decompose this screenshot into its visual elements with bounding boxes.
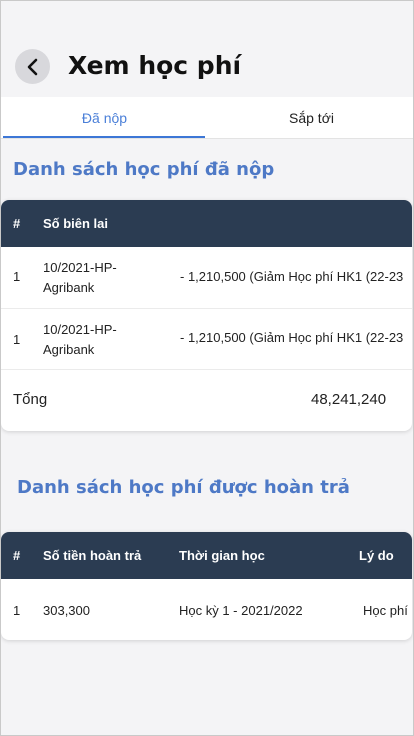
total-row: Tổng 48,241,240 <box>1 370 412 431</box>
app-screen: Xem học phí Đã nộp Sắp tới Danh sách học… <box>0 0 414 736</box>
study-period: Học kỳ 1 - 2021/2022 <box>179 603 303 618</box>
col-amount-header: Số tiền hoàn trả <box>43 548 142 563</box>
receipt-number: 10/2021-HP- Agribank <box>43 258 117 298</box>
page-title: Xem học phí <box>68 51 242 80</box>
receipt-line1: 10/2021-HP- <box>43 322 117 337</box>
total-label: Tổng <box>13 391 48 408</box>
receipt-line2: Agribank <box>43 342 95 357</box>
col-reason-header: Lý do <box>359 548 394 563</box>
refund-table: # Số tiền hoàn trả Thời gian học Lý do 1… <box>1 532 412 640</box>
header: Xem học phí <box>1 1 413 97</box>
payment-detail: - 1,210,500 (Giảm Học phí HK1 (22-23 <box>180 330 404 345</box>
col-index-header: # <box>13 216 21 231</box>
paid-table: # Số biên lai 1 10/2021-HP- Agribank - 1… <box>1 200 412 431</box>
active-tab-indicator <box>3 136 205 138</box>
col-receipt-header: Số biên lai <box>43 216 109 231</box>
table-row[interactable]: 1 10/2021-HP- Agribank - 1,210,500 (Giảm… <box>1 247 412 309</box>
refund-section-title: Danh sách học phí được hoàn trả <box>17 477 350 498</box>
table-row[interactable]: 1 303,300 Học kỳ 1 - 2021/2022 Học phí <box>1 579 412 640</box>
refund-reason: Học phí <box>363 603 408 618</box>
receipt-line1: 10/2021-HP- <box>43 260 117 275</box>
refund-table-header: # Số tiền hoàn trả Thời gian học Lý do <box>1 532 412 579</box>
col-period-header: Thời gian học <box>179 548 265 563</box>
tab-bar: Đã nộp Sắp tới <box>1 97 413 139</box>
payment-detail: - 1,210,500 (Giảm Học phí HK1 (22-23 <box>180 269 404 284</box>
tab-upcoming[interactable]: Sắp tới <box>208 97 413 139</box>
receipt-number: 10/2021-HP- Agribank <box>43 320 117 360</box>
row-index: 1 <box>13 603 21 618</box>
tab-paid[interactable]: Đã nộp <box>1 97 208 139</box>
row-index: 1 <box>13 332 21 347</box>
receipt-line2: Agribank <box>43 280 95 295</box>
total-value: 48,241,240 <box>311 391 387 408</box>
chevron-left-icon <box>27 58 37 75</box>
refund-amount: 303,300 <box>43 603 90 618</box>
table-row[interactable]: 1 10/2021-HP- Agribank - 1,210,500 (Giảm… <box>1 309 412 370</box>
col-index-header: # <box>13 548 21 563</box>
back-button[interactable] <box>15 49 50 84</box>
paid-table-header: # Số biên lai <box>1 200 412 247</box>
paid-section-title: Danh sách học phí đã nộp <box>13 159 275 180</box>
row-index: 1 <box>13 269 21 284</box>
